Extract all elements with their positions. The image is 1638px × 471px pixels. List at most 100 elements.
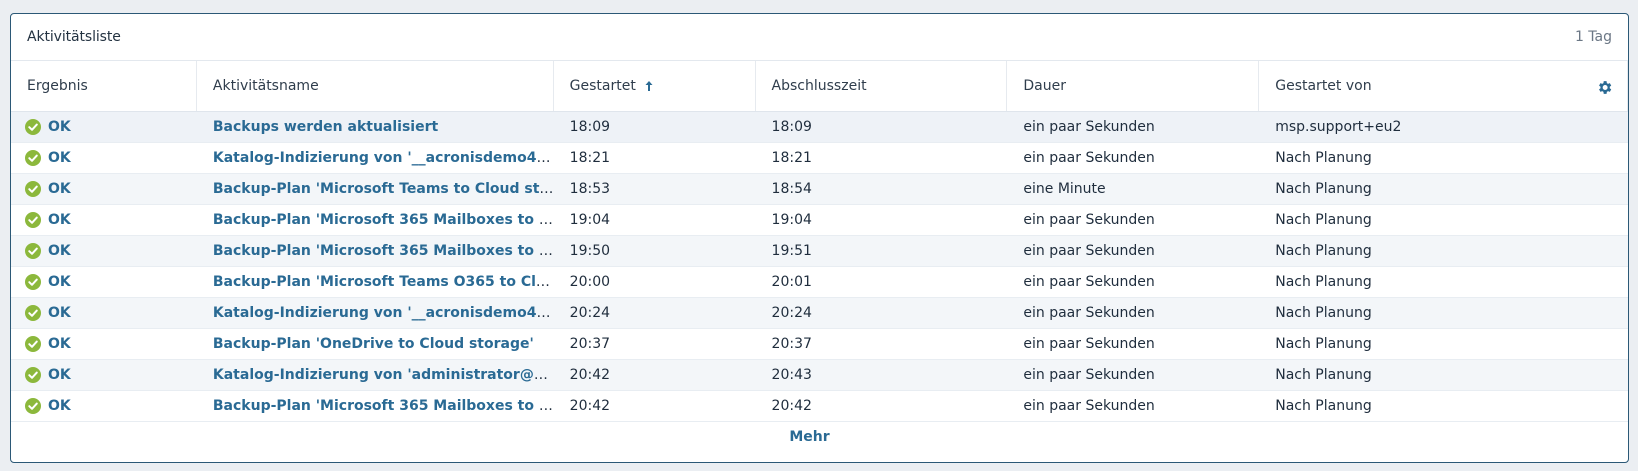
activity-name-cell: Katalog-Indizierung von '__acronisdemo4_… bbox=[197, 150, 554, 166]
completed-cell: 20:43 bbox=[771, 367, 812, 383]
result-cell: OK bbox=[11, 181, 197, 197]
started-cell: 20:42 bbox=[569, 367, 611, 383]
started-cell: 19:04 bbox=[569, 212, 611, 228]
activity-name-cell: Katalog-Indizierung von '__acronisdemo4_… bbox=[197, 305, 554, 321]
started-by-cell: Nach Planung bbox=[1275, 212, 1372, 228]
started-by-cell: Nach Planung bbox=[1275, 243, 1372, 259]
column-header-result-label: Ergebnis bbox=[27, 78, 88, 94]
result-cell: OK bbox=[11, 119, 197, 135]
result-label: OK bbox=[48, 212, 71, 228]
more-link[interactable]: Mehr bbox=[789, 429, 829, 445]
result-cell: OK bbox=[11, 212, 197, 228]
duration-cell: ein paar Sekunden bbox=[1023, 274, 1155, 290]
activity-name-link[interactable]: Backups werden aktualisiert bbox=[213, 119, 438, 135]
table-row[interactable]: OK Backup-Plan 'Microsoft 365 Mailboxes … bbox=[11, 391, 1628, 422]
result-label: OK bbox=[48, 305, 71, 321]
check-circle-icon bbox=[25, 305, 41, 321]
completed-cell: 20:42 bbox=[771, 398, 812, 414]
column-header-started-by[interactable]: Gestartet von bbox=[1259, 61, 1628, 111]
table-row[interactable]: OK Backups werden aktualisiert 18:09 18:… bbox=[11, 112, 1628, 143]
duration-cell: ein paar Sekunden bbox=[1023, 305, 1155, 321]
completed-cell: 19:51 bbox=[771, 243, 812, 259]
check-circle-icon bbox=[25, 150, 41, 166]
activity-name-cell: Backup-Plan 'Microsoft Teams to Cloud st… bbox=[197, 181, 554, 197]
table-row[interactable]: OK Katalog-Indizierung von '__acronisdem… bbox=[11, 143, 1628, 174]
completed-cell: 18:09 bbox=[771, 119, 812, 135]
activity-name-link[interactable]: Backup-Plan 'Microsoft 365 Mailboxes to … bbox=[213, 398, 554, 414]
started-cell: 20:24 bbox=[569, 305, 611, 321]
duration-cell: ein paar Sekunden bbox=[1023, 243, 1155, 259]
activity-name-cell: Backup-Plan 'Microsoft 365 Mailboxes to … bbox=[197, 398, 554, 414]
table-row[interactable]: OK Backup-Plan 'Microsoft 365 Mailboxes … bbox=[11, 236, 1628, 267]
result-cell: OK bbox=[11, 367, 197, 383]
result-label: OK bbox=[48, 243, 71, 259]
gear-icon[interactable] bbox=[1594, 77, 1614, 97]
completed-cell: 20:01 bbox=[771, 274, 812, 290]
widget-header: Aktivitätsliste 1 Tag bbox=[11, 14, 1628, 61]
started-cell: 20:37 bbox=[569, 336, 611, 352]
activity-name-link[interactable]: Katalog-Indizierung von 'administrator@a… bbox=[213, 367, 554, 383]
started-by-cell: Nach Planung bbox=[1275, 367, 1372, 383]
sort-ascending-icon[interactable] bbox=[644, 80, 654, 92]
activity-name-link[interactable]: Backup-Plan 'Microsoft 365 Mailboxes to … bbox=[213, 243, 554, 259]
table-row[interactable]: OK Katalog-Indizierung von '__acronisdem… bbox=[11, 298, 1628, 329]
completed-cell: 20:24 bbox=[771, 305, 812, 321]
activity-name-cell: Backup-Plan 'OneDrive to Cloud storage' bbox=[197, 336, 554, 352]
activity-table-body: OK Backups werden aktualisiert 18:09 18:… bbox=[11, 112, 1628, 422]
column-header-result[interactable]: Ergebnis bbox=[11, 61, 197, 111]
started-by-cell: Nach Planung bbox=[1275, 274, 1372, 290]
activity-name-link[interactable]: Katalog-Indizierung von '__acronisdemo4_… bbox=[213, 305, 554, 321]
result-label: OK bbox=[48, 336, 71, 352]
completed-cell: 19:04 bbox=[771, 212, 812, 228]
started-cell: 20:42 bbox=[569, 398, 611, 414]
column-header-name-label: Aktivitätsname bbox=[212, 78, 319, 94]
activity-name-cell: Backups werden aktualisiert bbox=[197, 119, 554, 135]
time-range-label[interactable]: 1 Tag bbox=[1575, 29, 1612, 45]
column-header-started[interactable]: Gestartet bbox=[554, 61, 756, 111]
column-header-duration[interactable]: Dauer bbox=[1007, 61, 1260, 111]
activity-name-cell: Backup-Plan 'Microsoft 365 Mailboxes to … bbox=[197, 243, 554, 259]
table-header: Ergebnis Aktivitätsname Gestartet Abschl… bbox=[11, 61, 1628, 112]
column-header-duration-label: Dauer bbox=[1023, 78, 1066, 94]
check-circle-icon bbox=[25, 212, 41, 228]
column-header-started-label: Gestartet bbox=[569, 78, 636, 94]
duration-cell: ein paar Sekunden bbox=[1023, 336, 1155, 352]
activity-name-link[interactable]: Katalog-Indizierung von '__acronisdemo4_… bbox=[213, 150, 554, 166]
result-cell: OK bbox=[11, 305, 197, 321]
activity-name-link[interactable]: Backup-Plan 'Microsoft Teams to Cloud st… bbox=[213, 181, 554, 197]
duration-cell: ein paar Sekunden bbox=[1023, 367, 1155, 383]
started-by-cell: Nach Planung bbox=[1275, 150, 1372, 166]
table-row[interactable]: OK Backup-Plan 'OneDrive to Cloud storag… bbox=[11, 329, 1628, 360]
result-label: OK bbox=[48, 119, 71, 135]
started-by-cell: Nach Planung bbox=[1275, 336, 1372, 352]
started-cell: 20:00 bbox=[569, 274, 611, 290]
activity-name-link[interactable]: Backup-Plan 'Microsoft Teams O365 to Clo… bbox=[213, 274, 554, 290]
activity-name-link[interactable]: Backup-Plan 'Microsoft 365 Mailboxes to … bbox=[213, 212, 554, 228]
activity-name-cell: Backup-Plan 'Microsoft Teams O365 to Clo… bbox=[197, 274, 554, 290]
activity-name-cell: Backup-Plan 'Microsoft 365 Mailboxes to … bbox=[197, 212, 554, 228]
started-by-cell: Nach Planung bbox=[1275, 181, 1372, 197]
column-header-started-by-label: Gestartet von bbox=[1275, 78, 1372, 94]
duration-cell: eine Minute bbox=[1023, 181, 1106, 197]
check-circle-icon bbox=[25, 398, 41, 414]
result-cell: OK bbox=[11, 336, 197, 352]
check-circle-icon bbox=[25, 336, 41, 352]
column-header-name[interactable]: Aktivitätsname bbox=[197, 61, 554, 111]
duration-cell: ein paar Sekunden bbox=[1023, 398, 1155, 414]
result-label: OK bbox=[48, 150, 71, 166]
started-cell: 18:21 bbox=[569, 150, 611, 166]
table-row[interactable]: OK Backup-Plan 'Microsoft Teams O365 to … bbox=[11, 267, 1628, 298]
table-row[interactable]: OK Backup-Plan 'Microsoft 365 Mailboxes … bbox=[11, 205, 1628, 236]
check-circle-icon bbox=[25, 119, 41, 135]
started-by-cell: msp.support+eu2 bbox=[1275, 119, 1402, 135]
table-row[interactable]: OK Backup-Plan 'Microsoft Teams to Cloud… bbox=[11, 174, 1628, 205]
table-row[interactable]: OK Katalog-Indizierung von 'administrato… bbox=[11, 360, 1628, 391]
result-label: OK bbox=[48, 398, 71, 414]
duration-cell: ein paar Sekunden bbox=[1023, 150, 1155, 166]
column-header-completed[interactable]: Abschlusszeit bbox=[756, 61, 1008, 111]
activity-list-widget: Aktivitätsliste 1 Tag Ergebnis Aktivität… bbox=[10, 13, 1629, 463]
column-header-completed-label: Abschlusszeit bbox=[771, 78, 867, 94]
activity-name-link[interactable]: Backup-Plan 'OneDrive to Cloud storage' bbox=[213, 336, 534, 352]
table-footer: Mehr bbox=[11, 422, 1628, 452]
result-cell: OK bbox=[11, 274, 197, 290]
